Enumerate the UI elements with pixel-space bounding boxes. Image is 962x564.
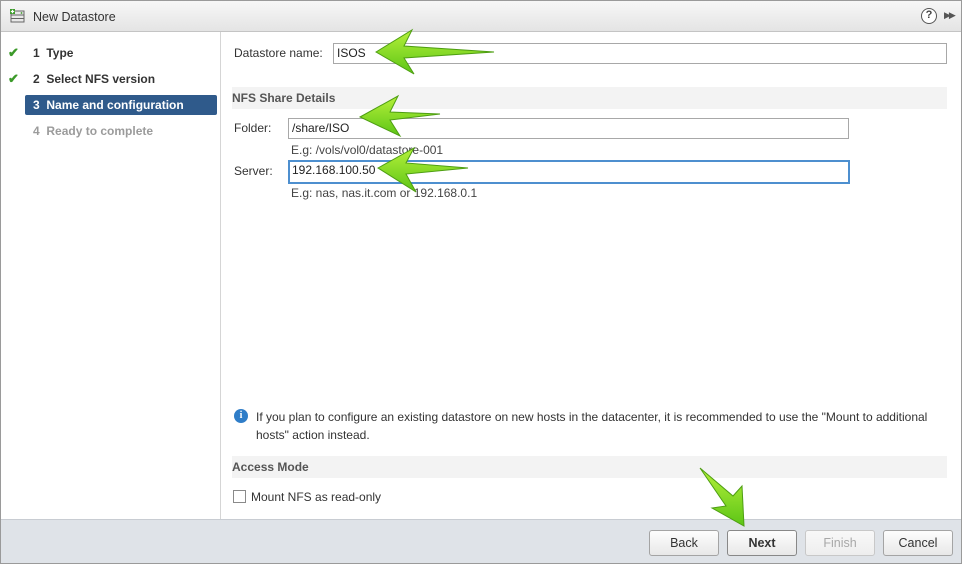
step-label: Type <box>46 46 74 60</box>
datastore-name-input[interactable]: ISOS <box>333 43 947 64</box>
dialog-title: New Datastore <box>33 10 116 24</box>
check-icon: ✔ <box>8 71 19 86</box>
datastore-icon <box>10 9 25 23</box>
help-icon[interactable]: ? <box>921 8 937 24</box>
folder-label: Folder: <box>234 121 272 135</box>
folder-input[interactable]: /share/ISO <box>288 118 849 139</box>
server-input[interactable]: 192.168.100.50 <box>288 160 850 184</box>
info-message: If you plan to configure an existing dat… <box>256 410 928 442</box>
finish-button: Finish <box>805 530 875 556</box>
step-number: 1 <box>33 46 40 60</box>
server-label: Server: <box>234 164 273 178</box>
folder-hint: E.g: /vols/vol0/datastore-001 <box>291 143 444 157</box>
wizard-steps: ✔ 1 Type ✔ 2 Select NFS version 3 Name a… <box>1 32 221 519</box>
step-number: 3 <box>33 98 40 112</box>
step-ready-to-complete: 4 Ready to complete <box>25 121 217 141</box>
server-hint: E.g: nas, nas.it.com or 192.168.0.1 <box>291 186 478 200</box>
step-number: 4 <box>33 124 40 138</box>
next-button[interactable]: Next <box>727 530 797 556</box>
expand-icon[interactable]: ▶▶ <box>944 10 956 21</box>
step-number: 2 <box>33 72 40 86</box>
new-datastore-dialog: New Datastore ? ▶▶ ✔ 1 Type ✔ 2 Select N… <box>0 0 962 564</box>
info-icon: i <box>234 409 248 423</box>
configuration-panel: Datastore name: ISOS NFS Share Details F… <box>222 32 961 519</box>
nfs-share-details-header: NFS Share Details <box>232 87 947 109</box>
step-name-and-configuration[interactable]: 3 Name and configuration <box>25 95 217 115</box>
check-icon: ✔ <box>8 45 19 60</box>
access-mode-header: Access Mode <box>232 456 947 478</box>
step-select-nfs-version[interactable]: ✔ 2 Select NFS version <box>8 69 217 89</box>
step-label: Name and configuration <box>46 98 184 112</box>
readonly-checkbox[interactable] <box>233 490 246 503</box>
step-label: Ready to complete <box>46 124 154 138</box>
dialog-footer: Back Next Finish Cancel <box>1 519 961 563</box>
readonly-checkbox-label[interactable]: Mount NFS as read-only <box>251 490 381 504</box>
cancel-button[interactable]: Cancel <box>883 530 953 556</box>
datastore-name-label: Datastore name: <box>234 46 323 60</box>
step-label: Select NFS version <box>46 72 156 86</box>
step-type[interactable]: ✔ 1 Type <box>8 43 217 63</box>
back-button[interactable]: Back <box>649 530 719 556</box>
title-bar: New Datastore ? ▶▶ <box>1 1 961 32</box>
